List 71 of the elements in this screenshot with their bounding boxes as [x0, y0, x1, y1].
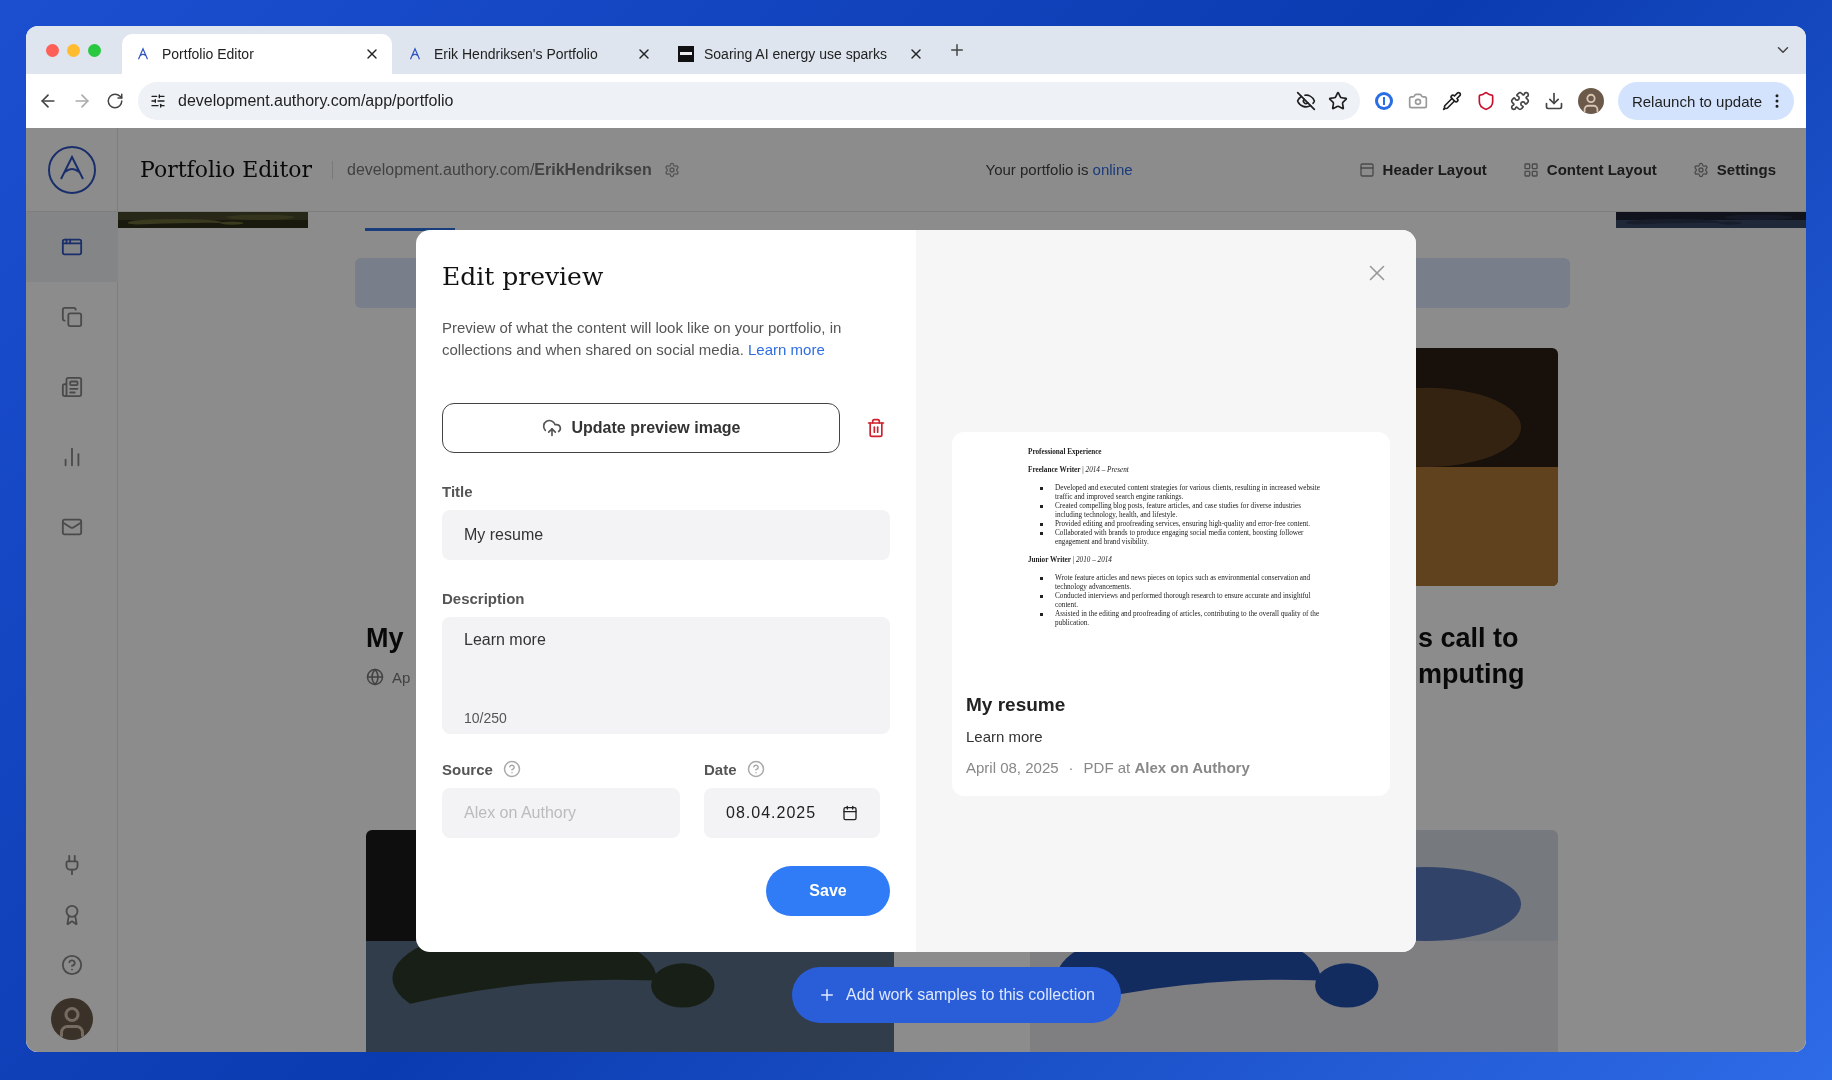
reload-icon[interactable]: [106, 92, 124, 110]
gear-icon: [1692, 161, 1709, 178]
eyedropper-icon[interactable]: [1441, 91, 1462, 111]
logo-icon[interactable]: [46, 144, 97, 195]
mail-icon: [60, 516, 83, 538]
dialog-title: Edit preview: [442, 262, 605, 291]
field-label: Title: [442, 483, 474, 500]
add-work-samples-button[interactable]: Add work samples to this collection: [792, 967, 1121, 1023]
extensions-icon[interactable]: [1509, 91, 1530, 111]
relaunch-button[interactable]: Relaunch to update: [1617, 82, 1794, 120]
preview-description: Learn more: [966, 728, 1044, 745]
address-bar[interactable]: development.authory.com/app/portfolio: [138, 82, 1360, 120]
bullet-icon: [1040, 487, 1043, 490]
plus-icon: [818, 986, 836, 1004]
settings-icon[interactable]: [663, 161, 680, 178]
dialog-description: Preview of what the content will look like on your portfolio, in collections and when shared on social media. Learn more: [442, 318, 843, 360]
site-settings-icon[interactable]: [150, 93, 166, 109]
upload-icon: [541, 418, 562, 438]
help-icon[interactable]: [502, 760, 521, 778]
bullet-icon: [1040, 595, 1043, 598]
learn-more-link[interactable]: Learn more: [748, 341, 825, 358]
portfolio-url: development.authory.com/ErikHendriksen: [332, 160, 652, 179]
card-title: My: [366, 622, 404, 655]
news-favicon-icon: [678, 46, 694, 62]
bullet-icon: [1040, 532, 1043, 535]
preview-source: PDF at Alex on Authory: [1083, 759, 1250, 776]
copy-icon: [60, 306, 83, 328]
globe-icon: [366, 668, 384, 686]
password-extension-icon[interactable]: [1373, 91, 1394, 111]
portfolio-icon: [60, 236, 83, 258]
bookmark-icon[interactable]: [1327, 91, 1348, 111]
delete-icon[interactable]: [866, 418, 886, 438]
save-button[interactable]: Save: [766, 866, 890, 916]
bullet-icon: [1040, 505, 1043, 508]
preview-title: My resume: [966, 694, 1067, 716]
field-label: Description: [442, 590, 526, 607]
new-tab-icon[interactable]: [948, 41, 966, 59]
close-window-button[interactable]: [46, 44, 59, 57]
character-counter: 10/250: [464, 710, 507, 726]
download-icon[interactable]: [1543, 91, 1564, 111]
app-title: Portfolio Editor: [140, 157, 312, 182]
content-layout-button[interactable]: Content Layout: [1516, 160, 1663, 179]
field-label: Source: [442, 760, 493, 778]
card-meta: Ap: [392, 668, 411, 686]
portfolio-status: Your portfolio is online: [985, 161, 1133, 178]
header-layout-button[interactable]: Header Layout: [1352, 160, 1493, 179]
newspaper-icon: [60, 376, 83, 398]
help-icon[interactable]: [746, 760, 765, 778]
field-label: Date: [704, 760, 737, 778]
layout-icon: [1522, 161, 1539, 178]
update-preview-image-button[interactable]: Update preview image: [442, 403, 840, 453]
preview-date: April 08, 2025: [966, 759, 1059, 776]
eye-off-icon[interactable]: [1295, 91, 1316, 111]
bullet-icon: [1040, 613, 1043, 616]
bullet-icon: [1040, 577, 1043, 580]
settings-button[interactable]: Settings: [1686, 160, 1782, 179]
card-title: s call to mputing: [1418, 622, 1525, 691]
calendar-icon[interactable]: [842, 805, 858, 821]
layout-icon: [1358, 161, 1375, 178]
separator: ·: [1068, 759, 1074, 776]
browser-tab[interactable]: Soaring AI energy use sparks: [666, 34, 936, 74]
user-avatar[interactable]: [50, 998, 93, 1040]
date-field[interactable]: 08.04.2025: [704, 788, 880, 838]
bullet-icon: [1040, 523, 1043, 526]
source-field[interactable]: Alex on Authory: [442, 788, 680, 838]
profile-avatar[interactable]: [1577, 88, 1604, 114]
title-field[interactable]: My resume: [442, 510, 890, 560]
browser-tab[interactable]: Erik Hendriksen's Portfolio: [394, 34, 664, 74]
help-icon[interactable]: [60, 954, 83, 976]
camera-icon[interactable]: [1407, 91, 1428, 111]
browser-tab[interactable]: Portfolio Editor: [122, 34, 392, 74]
